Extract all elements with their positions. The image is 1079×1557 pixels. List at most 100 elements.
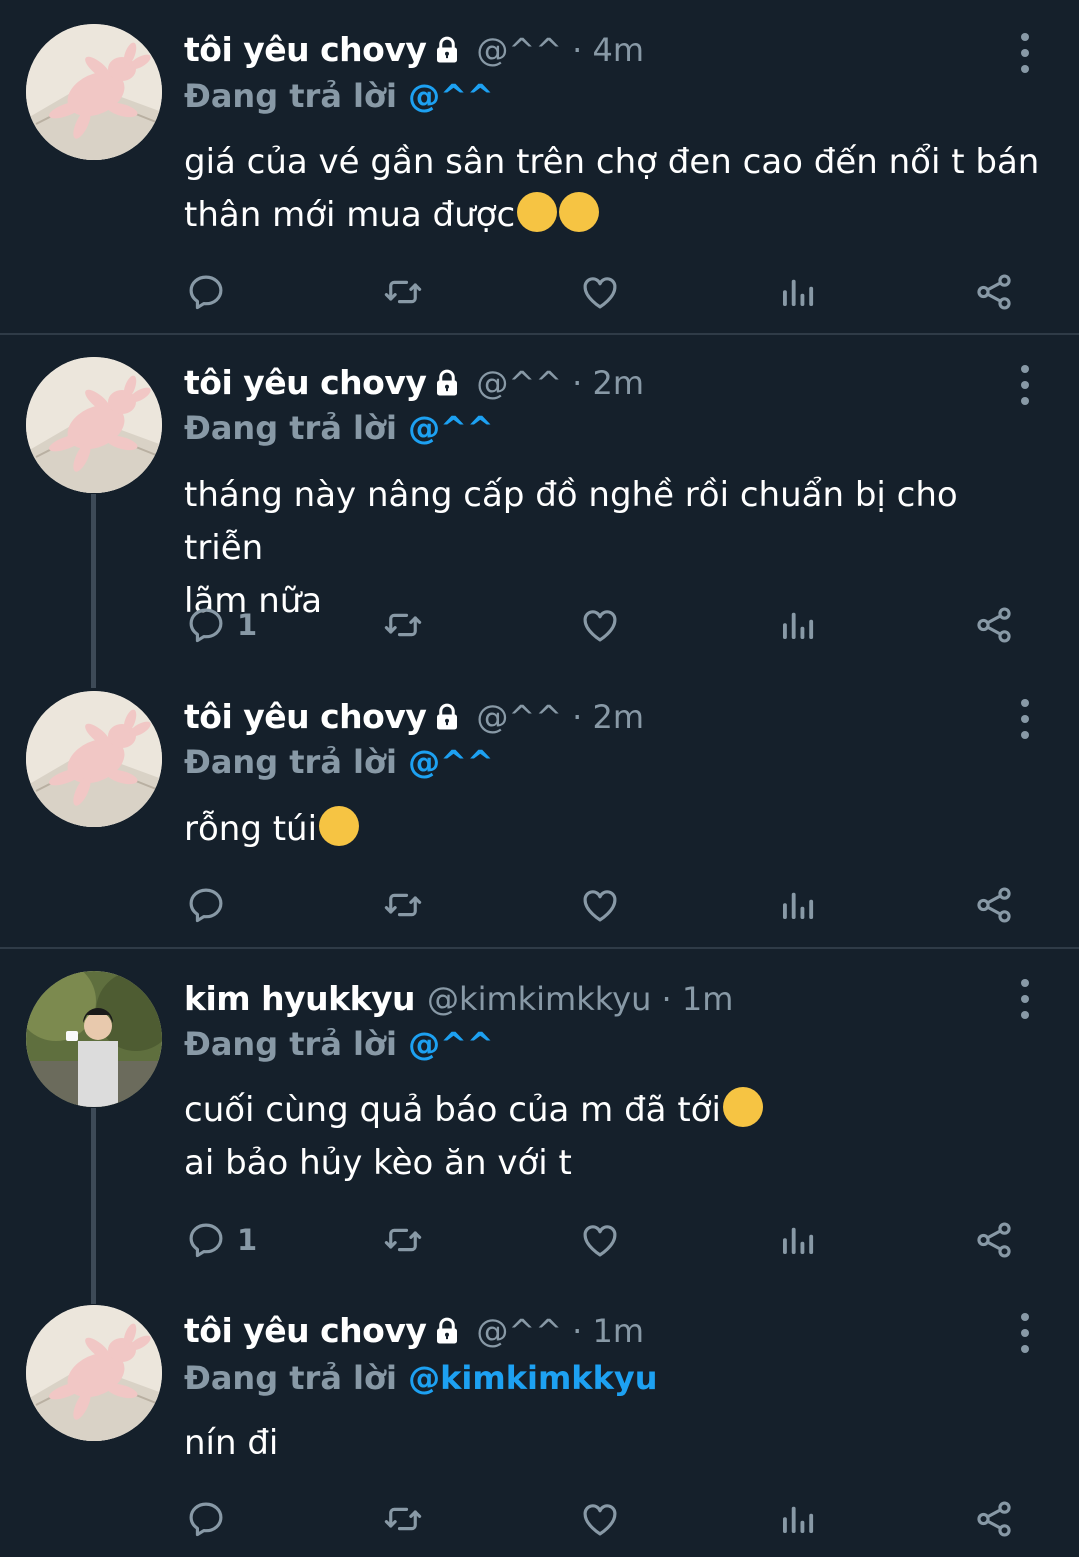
- more-options-icon[interactable]: [1013, 365, 1037, 405]
- like-button[interactable]: [579, 1497, 621, 1541]
- action-bar: 1: [0, 603, 1079, 647]
- tweet-header: kim hyukkyu @kimkimkkyu · 1m: [184, 979, 733, 1018]
- retweet-icon: [382, 884, 424, 926]
- action-bar: [0, 1497, 1079, 1541]
- share-icon: [973, 271, 1015, 313]
- share-button[interactable]: [973, 270, 1015, 314]
- reply-button[interactable]: [185, 1497, 227, 1541]
- avatar[interactable]: [26, 971, 162, 1107]
- replying-to: Đang trả lời @^^: [184, 743, 494, 781]
- display-name[interactable]: tôi yêu chovy: [184, 363, 427, 402]
- tweet-text: rỗng túi: [184, 803, 1044, 856]
- tweet[interactable]: kim hyukkyu @kimkimkkyu · 1m Đang trả lờ…: [0, 949, 1079, 1283]
- share-button[interactable]: [973, 603, 1015, 647]
- avatar[interactable]: [26, 24, 162, 160]
- handle-time: @^^ · 4m: [476, 31, 645, 69]
- reply-icon: [185, 604, 227, 646]
- reply-button[interactable]: 1: [185, 603, 257, 647]
- display-name[interactable]: tôi yêu chovy: [184, 30, 427, 69]
- share-icon: [973, 604, 1015, 646]
- handle-time: @^^ · 2m: [476, 698, 645, 736]
- share-icon: [973, 1219, 1015, 1261]
- stats-icon: [776, 271, 818, 313]
- share-icon: [973, 1498, 1015, 1540]
- replying-to: Đang trả lời @^^: [184, 409, 494, 447]
- lock-icon: [432, 702, 462, 732]
- reply-count: 1: [237, 608, 258, 642]
- stats-icon: [776, 604, 818, 646]
- tweet[interactable]: tôi yêu chovy @^^ · 1m Đang trả lời @kim…: [0, 1283, 1079, 1557]
- action-bar: [0, 883, 1079, 927]
- retweet-button[interactable]: [382, 1218, 424, 1262]
- reply-icon: [185, 1498, 227, 1540]
- tweet-header: tôi yêu chovy @^^ · 4m: [184, 30, 644, 69]
- mention-link[interactable]: @^^: [408, 77, 494, 115]
- display-name[interactable]: kim hyukkyu: [184, 979, 416, 1018]
- mention-link[interactable]: @^^: [408, 409, 494, 447]
- replying-to: Đang trả lời @kimkimkkyu: [184, 1359, 658, 1397]
- share-button[interactable]: [973, 883, 1015, 927]
- reply-icon: [185, 271, 227, 313]
- tweet-header: tôi yêu chovy @^^ · 1m: [184, 1311, 644, 1350]
- more-options-icon[interactable]: [1013, 979, 1037, 1019]
- tweet-header: tôi yêu chovy @^^ · 2m: [184, 363, 644, 402]
- share-icon: [973, 884, 1015, 926]
- replying-to: Đang trả lời @^^: [184, 1025, 494, 1063]
- views-button[interactable]: [776, 883, 818, 927]
- avatar[interactable]: [26, 1305, 162, 1441]
- share-button[interactable]: [973, 1497, 1015, 1541]
- handle-time: @^^ · 2m: [476, 364, 645, 402]
- share-button[interactable]: [973, 1218, 1015, 1262]
- heart-icon: [579, 271, 621, 313]
- tweet[interactable]: tôi yêu chovy @^^ · 2m Đang trả lời @^^ …: [0, 669, 1079, 947]
- views-button[interactable]: [776, 270, 818, 314]
- tweet-text: nín đi: [184, 1423, 279, 1463]
- crying-face-emoji: [559, 192, 600, 232]
- tweet[interactable]: tôi yêu chovy @^^ · 2m Đang trả lời @^^ …: [0, 335, 1079, 669]
- reply-button[interactable]: [185, 883, 227, 927]
- more-options-icon[interactable]: [1013, 1313, 1037, 1353]
- like-button[interactable]: [579, 883, 621, 927]
- display-name[interactable]: tôi yêu chovy: [184, 697, 427, 736]
- mention-link[interactable]: @^^: [408, 743, 494, 781]
- smirking-face-emoji: [722, 1087, 763, 1127]
- more-options-icon[interactable]: [1013, 33, 1037, 73]
- like-button[interactable]: [579, 270, 621, 314]
- heart-icon: [579, 604, 621, 646]
- display-name[interactable]: tôi yêu chovy: [184, 1311, 427, 1350]
- mention-link[interactable]: @kimkimkkyu: [408, 1359, 657, 1397]
- reply-icon: [185, 1219, 227, 1261]
- tweet[interactable]: tôi yêu chovy @^^ · 4m Đang trả lời @^^ …: [0, 0, 1079, 333]
- like-button[interactable]: [579, 603, 621, 647]
- reply-button[interactable]: [185, 270, 237, 314]
- heart-icon: [579, 884, 621, 926]
- views-button[interactable]: [776, 603, 818, 647]
- retweet-button[interactable]: [382, 1497, 424, 1541]
- tweet-header: tôi yêu chovy @^^ · 2m: [184, 697, 644, 736]
- views-button[interactable]: [776, 1497, 818, 1541]
- stats-icon: [776, 1498, 818, 1540]
- more-options-icon[interactable]: [1013, 699, 1037, 739]
- stats-icon: [776, 884, 818, 926]
- reply-button[interactable]: 1: [185, 1218, 257, 1262]
- avatar[interactable]: [26, 357, 162, 493]
- action-bar: [0, 270, 1079, 314]
- avatar[interactable]: [26, 691, 162, 827]
- views-button[interactable]: [776, 1218, 818, 1262]
- reply-icon: [185, 884, 227, 926]
- tweet-text: cuối cùng quả báo của m đã tới ai bảo hủy…: [184, 1084, 1044, 1190]
- heart-icon: [579, 1219, 621, 1261]
- retweet-button[interactable]: [382, 603, 424, 647]
- retweet-button[interactable]: [382, 270, 424, 314]
- lock-icon: [432, 35, 462, 65]
- smiling-face-with-hearts-emoji: [319, 806, 360, 846]
- handle-time: @kimkimkkyu · 1m: [427, 980, 734, 1018]
- retweet-icon: [382, 1219, 424, 1261]
- tweet-text: giá của vé gần sân trên chợ đen cao đến …: [184, 142, 1040, 235]
- retweet-button[interactable]: [382, 883, 424, 927]
- mention-link[interactable]: @^^: [408, 1025, 494, 1063]
- heart-icon: [579, 1498, 621, 1540]
- stats-icon: [776, 1219, 818, 1261]
- crying-face-emoji: [517, 192, 558, 232]
- like-button[interactable]: [579, 1218, 621, 1262]
